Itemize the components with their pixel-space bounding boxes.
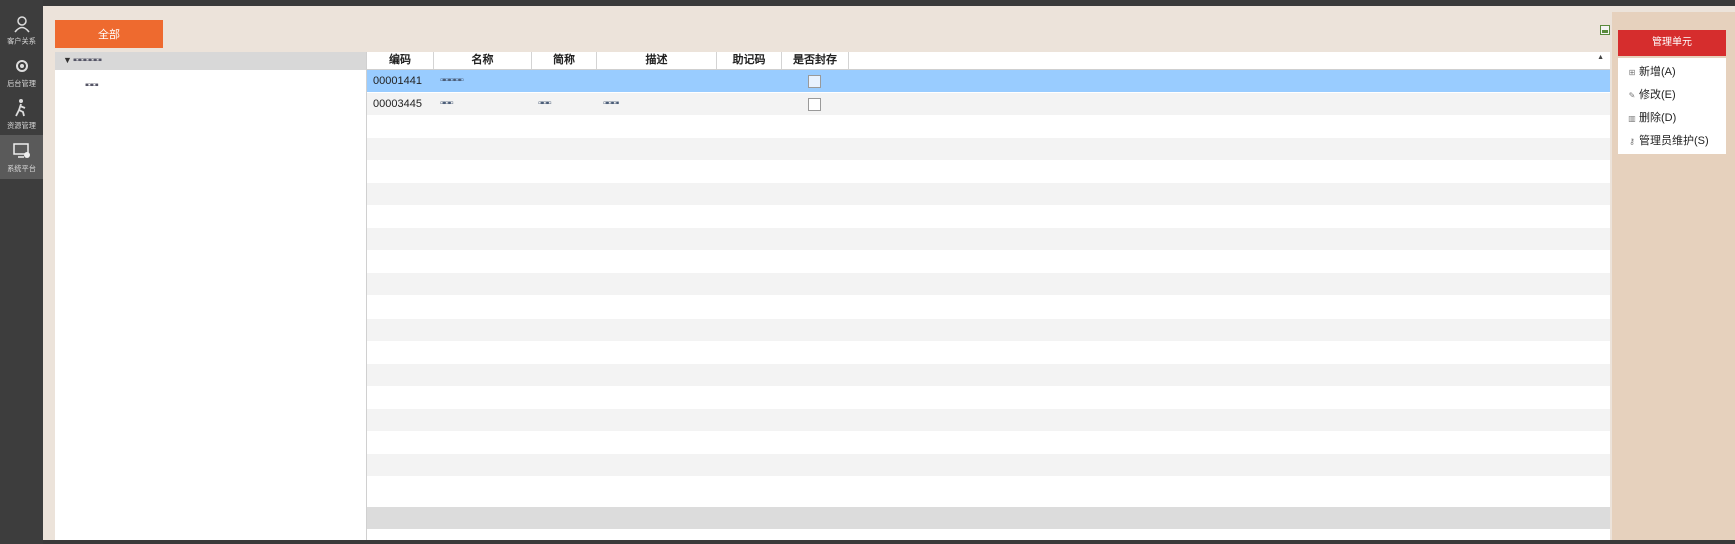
delete-icon: ▥ (1628, 114, 1636, 123)
grid-header: 编码 名称 简称 描述 助记码 是否封存 ▲ (367, 52, 1610, 70)
organization-tree: ▼ ▪▫▪▫▪▫▪▫▪▫▪ ▪▫▪▫▪ (55, 52, 367, 540)
rail-item-label: 客户关系 (7, 37, 36, 46)
tree-node-root[interactable]: ▼ ▪▫▪▫▪▫▪▫▪▫▪ (55, 52, 366, 70)
sealed-checkbox[interactable] (808, 97, 821, 111)
panel-title: 管理单元 (1618, 30, 1726, 56)
column-header-short-name[interactable]: 简称 (532, 52, 597, 69)
admin-maintenance-button[interactable]: ⚷ 管理员维护(S) (1628, 131, 1709, 151)
empty-row[interactable] (367, 432, 1610, 454)
cell-mnemonic (717, 70, 781, 92)
cell-short-name (532, 70, 596, 92)
edit-button[interactable]: ✎ 修改(E) (1628, 85, 1676, 105)
rail-item-backend-admin[interactable]: 后台管理 (0, 50, 43, 94)
cell-mnemonic (717, 93, 781, 115)
cell-description (597, 70, 716, 92)
edit-label: 修改(E) (1639, 89, 1676, 101)
column-header-name[interactable]: 名称 (434, 52, 532, 69)
empty-row[interactable] (367, 273, 1610, 296)
cell-description: ▫▪▫▪▫▪ (603, 97, 619, 109)
grid-footer-bar (367, 507, 1610, 529)
cell-short-name: ▫▪▫▪▫ (538, 97, 552, 109)
all-filter-button[interactable]: 全部 (55, 20, 163, 48)
cell-name: ▫▪▫▪▫ (440, 97, 454, 109)
monitor-gear-icon (12, 143, 30, 158)
empty-row[interactable] (367, 477, 1610, 499)
collapse-arrow-icon[interactable]: ▼ (63, 55, 72, 65)
edit-icon: ✎ (1628, 91, 1636, 100)
tree-node-label: ▪▫▪▫▪▫▪▫▪▫▪ (73, 55, 102, 66)
cell-code: 00001441 (373, 75, 422, 87)
empty-row[interactable] (367, 318, 1610, 341)
scroll-up-icon[interactable]: ▲ (1597, 54, 1604, 61)
column-header-code[interactable]: 编码 (367, 52, 434, 69)
table-row[interactable]: 00003445 ▫▪▫▪▫ ▫▪▫▪▫ ▫▪▫▪▫▪ (367, 92, 1610, 115)
user-icon (13, 16, 30, 33)
cell-code: 00003445 (373, 97, 422, 110)
empty-row[interactable] (367, 296, 1610, 318)
data-grid: 编码 名称 简称 描述 助记码 是否封存 ▲ 00001441 ▫▪▫▪▫▪▫▪▫… (367, 52, 1610, 540)
panel-menu: ⊞ 新增(A) ✎ 修改(E) ▥ 删除(D) ⚷ 管理员维护(S) (1618, 58, 1726, 154)
add-icon: ⊞ (1628, 68, 1636, 77)
delete-button[interactable]: ▥ 删除(D) (1628, 108, 1676, 128)
empty-row[interactable] (367, 341, 1610, 363)
empty-row[interactable] (367, 363, 1610, 386)
empty-row[interactable] (367, 228, 1610, 251)
empty-row[interactable] (367, 386, 1610, 408)
rail-item-label: 系统平台 (7, 164, 36, 173)
management-panel: 管理单元 ⊞ 新增(A) ✎ 修改(E) ▥ 删除(D) ⚷ 管理员维护(S) (1612, 12, 1735, 540)
tree-node-child[interactable]: ▪▫▪▫▪ (85, 80, 99, 91)
empty-row[interactable] (367, 160, 1610, 182)
empty-row[interactable] (367, 454, 1610, 477)
left-navigation-rail: 客户关系 后台管理 资源管理 系统平台 (0, 0, 43, 544)
toolbar: 全部 (43, 6, 1612, 48)
export-excel-icon[interactable] (1600, 25, 1610, 35)
main-area: 全部 ▼ ▪▫▪▫▪▫▪▫▪▫▪ ▪▫▪▫▪ 编码 名称 简称 描述 助记码 是… (43, 6, 1735, 540)
add-label: 新增(A) (1639, 66, 1676, 78)
column-header-sealed[interactable]: 是否封存 (782, 52, 849, 69)
empty-row[interactable] (367, 137, 1610, 160)
sealed-checkbox[interactable] (808, 75, 821, 88)
admin-maintenance-label: 管理员维护(S) (1639, 135, 1709, 147)
settings-icon (15, 60, 28, 72)
empty-row[interactable] (367, 409, 1610, 431)
key-icon: ⚷ (1629, 137, 1635, 146)
empty-row[interactable] (367, 115, 1610, 137)
cell-name: ▫▪▫▪▫▪▫▪▫ (440, 75, 464, 86)
empty-row[interactable] (367, 206, 1610, 228)
column-header-description[interactable]: 描述 (597, 52, 717, 69)
add-button[interactable]: ⊞ 新增(A) (1628, 62, 1676, 82)
delete-label: 删除(D) (1639, 112, 1677, 124)
table-row[interactable]: 00001441 ▫▪▫▪▫▪▫▪▫ (367, 70, 1610, 92)
empty-row[interactable] (367, 183, 1610, 205)
empty-row[interactable] (367, 251, 1610, 273)
rail-item-customer-relations[interactable]: 客户关系 (0, 8, 43, 52)
rail-item-label: 后台管理 (7, 79, 36, 88)
column-header-mnemonic[interactable]: 助记码 (717, 52, 782, 69)
rail-item-label: 资源管理 (7, 121, 36, 130)
rail-item-resource-management[interactable]: 资源管理 (0, 92, 43, 136)
rail-item-system-platform[interactable]: 系统平台 (0, 135, 43, 179)
person-walk-icon (14, 99, 25, 117)
